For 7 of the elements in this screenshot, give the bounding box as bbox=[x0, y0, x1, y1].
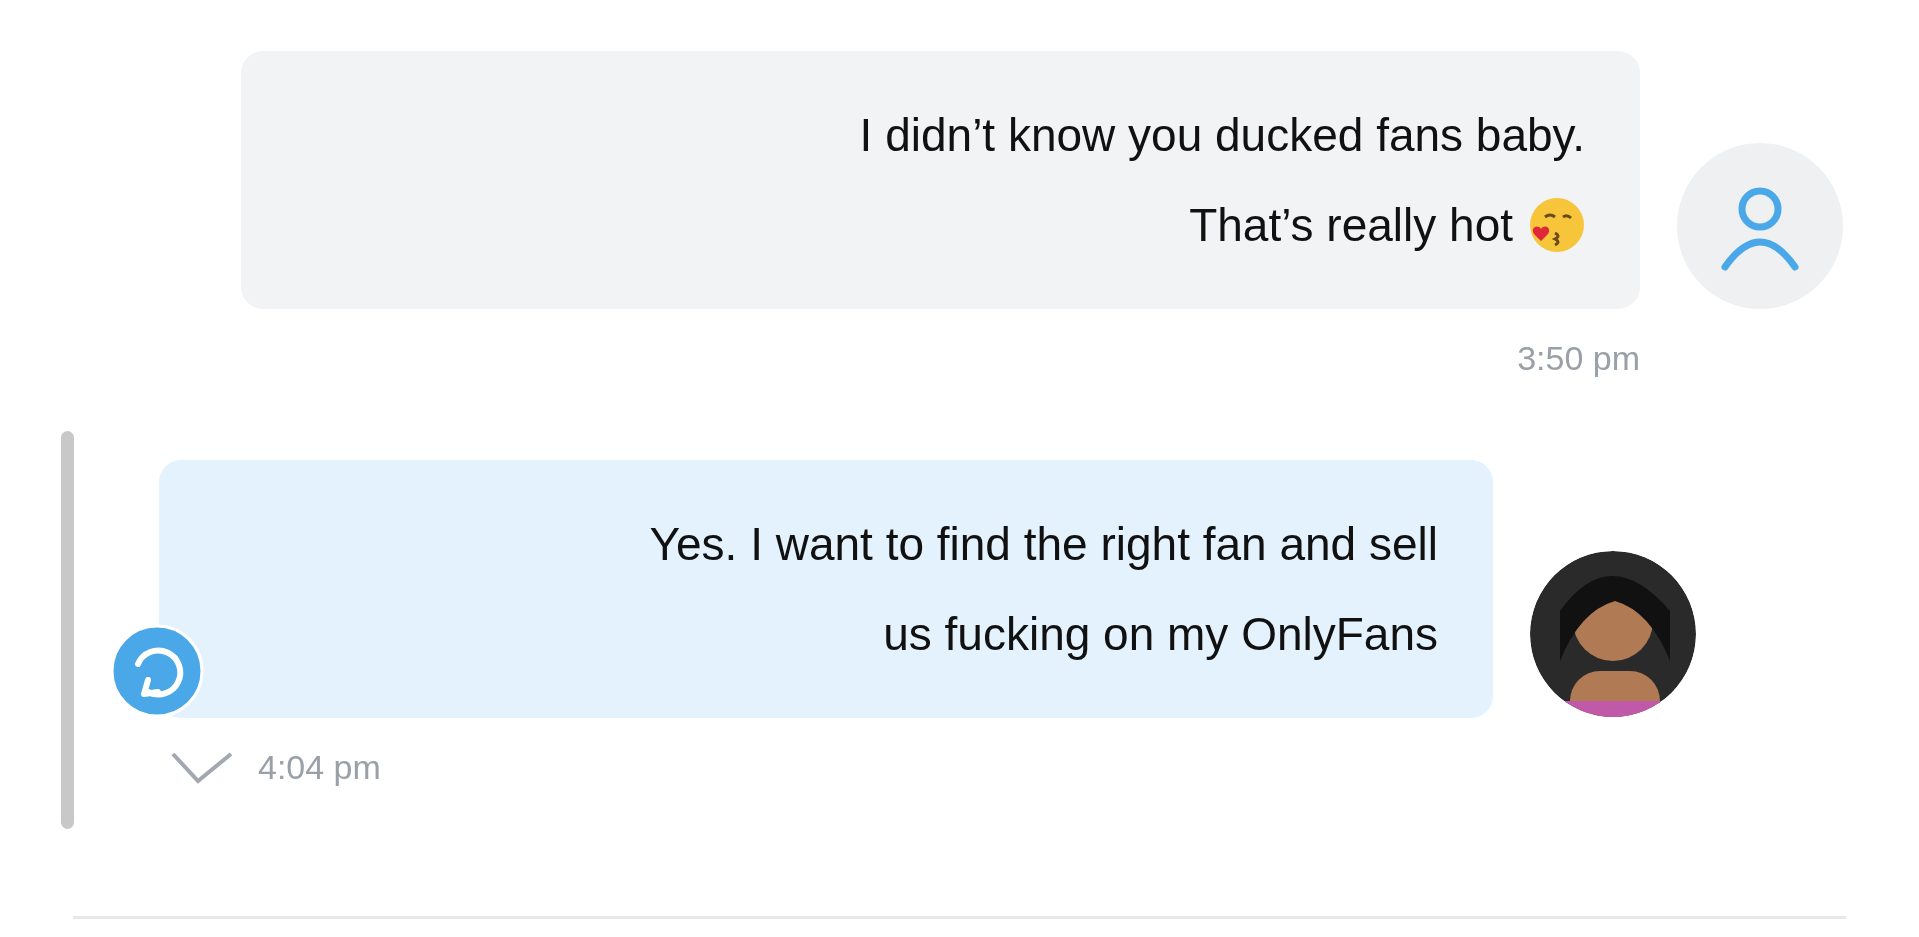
message-time: 4:04 pm bbox=[258, 747, 381, 788]
message-text: Yes. I want to find the right fan and sell us fucking on my OnlyFans bbox=[649, 517, 1438, 662]
message-time: 3:50 pm bbox=[1517, 338, 1640, 379]
message-bubble[interactable]: Yes. I want to find the right fan and sell us fucking on my OnlyFans bbox=[159, 460, 1493, 718]
redo-icon[interactable] bbox=[110, 624, 204, 718]
message-text: I didn’t know you ducked fans baby. That’s really hot bbox=[859, 90, 1585, 270]
message-bubble[interactable]: I didn’t know you ducked fans baby. That’s really hot bbox=[241, 51, 1640, 309]
